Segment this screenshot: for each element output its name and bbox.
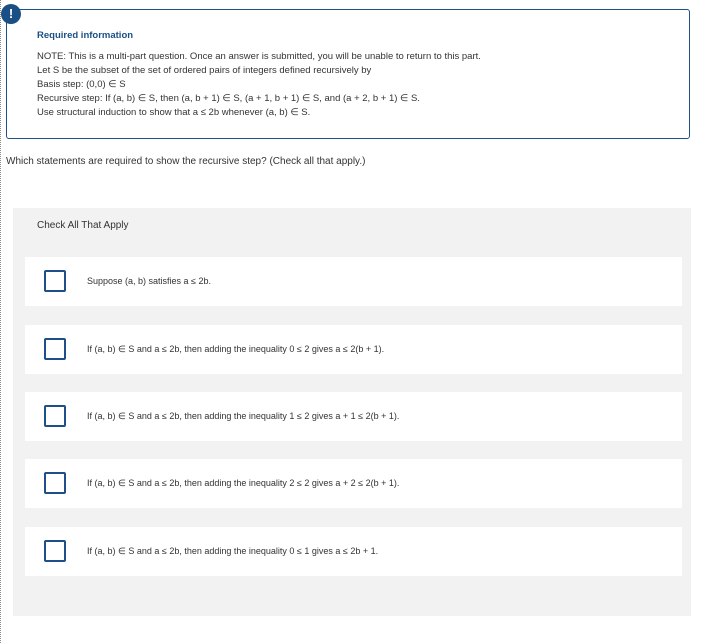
option-2-label: If (a, b) ∈ S and a ≤ 2b, then adding th…	[87, 344, 385, 354]
checkbox-5[interactable]	[44, 540, 66, 562]
option-4[interactable]: If (a, b) ∈ S and a ≤ 2b, then adding th…	[25, 459, 682, 508]
alert-icon: !	[1, 4, 21, 24]
info-title: Required information	[37, 30, 134, 41]
checkbox-4[interactable]	[44, 472, 66, 494]
checkbox-3[interactable]	[44, 405, 66, 427]
panel-header: Check All That Apply	[37, 220, 129, 231]
info-recursive-step: Recursive step: If (a, b) ∈ S, then (a, …	[37, 93, 420, 104]
info-basis-step: Basis step: (0,0) ∈ S	[37, 79, 126, 90]
option-5-label: If (a, b) ∈ S and a ≤ 2b, then adding th…	[87, 546, 379, 556]
option-1-label: Suppose (a, b) satisfies a ≤ 2b.	[87, 276, 212, 286]
option-2[interactable]: If (a, b) ∈ S and a ≤ 2b, then adding th…	[25, 325, 682, 374]
checkbox-2[interactable]	[44, 338, 66, 360]
option-5[interactable]: If (a, b) ∈ S and a ≤ 2b, then adding th…	[25, 527, 682, 576]
option-3[interactable]: If (a, b) ∈ S and a ≤ 2b, then adding th…	[25, 392, 682, 441]
checkbox-1[interactable]	[44, 270, 66, 292]
option-4-label: If (a, b) ∈ S and a ≤ 2b, then adding th…	[87, 478, 400, 488]
left-dotted-border	[0, 0, 2, 643]
info-task: Use structural induction to show that a …	[37, 107, 311, 118]
option-3-label: If (a, b) ∈ S and a ≤ 2b, then adding th…	[87, 411, 400, 421]
check-all-panel: Check All That Apply Suppose (a, b) sati…	[13, 208, 691, 616]
option-1[interactable]: Suppose (a, b) satisfies a ≤ 2b.	[25, 257, 682, 306]
info-note: NOTE: This is a multi-part question. Onc…	[37, 51, 481, 62]
info-definition: Let S be the subset of the set of ordere…	[37, 65, 372, 76]
required-info-box: Required information NOTE: This is a mul…	[6, 9, 690, 139]
question-text: Which statements are required to show th…	[6, 156, 366, 167]
